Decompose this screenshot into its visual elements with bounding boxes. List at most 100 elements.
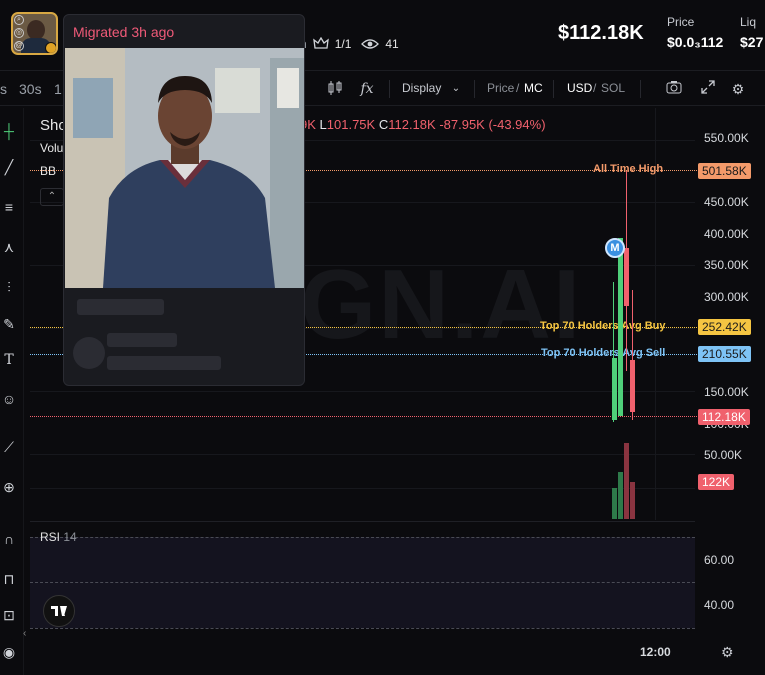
magnet-icon[interactable]: ∩ — [0, 530, 18, 548]
loading-skeleton — [77, 299, 164, 315]
trend-line-icon[interactable]: ╱ — [0, 158, 18, 176]
liquidity-label: Liq — [740, 15, 757, 29]
visibility-icon[interactable]: ◉ — [0, 643, 18, 661]
gridline — [30, 488, 695, 489]
rsi-upper-line — [30, 537, 695, 538]
rsi-lower-line — [30, 628, 695, 629]
token-stats: h 1/1 41 — [300, 37, 399, 51]
drawing-tools-rail: ┼ ╱ ≡ ⋏ ⫶ ✎ T ☺ ⟋ ⊕ ∩ ⊓ ⊡ ◉ — [0, 108, 24, 675]
gridline — [30, 454, 695, 455]
token-image — [65, 48, 304, 288]
chart-watermark: GN.AI — [300, 249, 583, 359]
current-price-line — [30, 416, 697, 417]
chart-settings-icon[interactable]: ⚙ — [721, 644, 734, 661]
token-preview-popup: Migrated 3h ago — [63, 14, 305, 386]
collapse-rail-icon[interactable]: ‹ — [23, 628, 26, 639]
ohlc-change: -87.95K (-43.94%) — [439, 117, 546, 132]
chevron-down-icon[interactable]: ⌄ — [447, 80, 465, 98]
avg-buy-label: Top 70 Holders Avg Buy — [540, 320, 666, 332]
projection-icon[interactable]: ⫶ — [0, 278, 18, 296]
avg-sell-label: Top 70 Holders Avg Sell — [541, 347, 666, 359]
toolbar-divider — [389, 80, 390, 98]
camera-icon[interactable] — [665, 80, 683, 98]
settings-gear-icon[interactable]: ⚙ — [729, 80, 747, 98]
crown-icon — [312, 37, 329, 49]
current-price-tag: 112.18K — [698, 409, 750, 425]
emoji-icon[interactable]: ☺ — [0, 390, 18, 408]
gridline — [30, 391, 695, 392]
rsi-period: 14 — [63, 530, 77, 544]
tradingview-logo[interactable] — [43, 595, 75, 627]
search-icon[interactable]: ⌕ — [14, 15, 24, 25]
y-tick: 450.00K — [704, 195, 749, 209]
text-tool-icon[interactable]: T — [0, 351, 18, 369]
loading-skeleton — [107, 356, 221, 370]
rsi-mid-line — [30, 582, 695, 583]
timeframe-30s[interactable]: 30s — [19, 81, 42, 97]
timeframe-s[interactable]: s — [0, 81, 7, 97]
volume-bar — [612, 488, 617, 519]
volume-indicator-label: Volu — [40, 141, 64, 155]
rsi-name: RSI — [40, 530, 61, 544]
toolbar-divider — [553, 80, 554, 98]
fib-icon[interactable]: ≡ — [0, 198, 18, 216]
volume-bar — [630, 482, 635, 519]
price-value: $0.0₃112 — [667, 34, 724, 50]
sol-toggle[interactable]: SOL — [601, 81, 625, 95]
collapse-indicators-button[interactable]: ⌃ — [40, 188, 64, 206]
rsi-label: RSI 14 — [40, 530, 77, 544]
mc-toggle[interactable]: MC — [524, 81, 543, 95]
rsi-tick: 40.00 — [704, 598, 735, 612]
toolbar-divider — [640, 80, 641, 98]
loading-skeleton — [107, 333, 177, 347]
price-toggle[interactable]: Price — [487, 81, 514, 95]
volume-value-tag: 122K — [698, 474, 735, 490]
time-axis-label: 12:00 — [640, 645, 671, 659]
y-tick: 550.00K — [704, 131, 749, 145]
holders-ratio: 1/1 — [334, 37, 352, 51]
toolbar-divider — [474, 80, 475, 98]
price-label: Price — [667, 15, 695, 29]
candle-body-up — [618, 238, 623, 416]
pump-badge-icon — [45, 42, 56, 53]
timeframe-1[interactable]: 1 — [54, 81, 62, 97]
avg-buy-price-tag: 252.42K — [698, 319, 751, 335]
usd-toggle[interactable]: USD — [567, 81, 592, 95]
ohlc-low-value: 101.75K — [326, 117, 376, 132]
crosshair-icon[interactable]: ┼ — [0, 122, 18, 140]
ohlc-low-label: L — [319, 117, 327, 132]
bb-indicator-label: BB — [40, 164, 57, 178]
fullscreen-icon[interactable] — [699, 80, 717, 98]
migration-marker[interactable]: M — [605, 238, 625, 258]
candle-type-icon[interactable] — [326, 80, 344, 98]
globe-icon[interactable]: ◎ — [14, 28, 24, 38]
y-tick: 150.00K — [704, 385, 749, 399]
ohlc-close-label: C — [378, 117, 389, 132]
liquidity-value: $27 — [740, 34, 764, 50]
ohlc-readout: 9K L101.75K C112.18K -87.95K (-43.94%) — [300, 117, 546, 132]
token-avatar[interactable]: ⌕ ◎ @ — [11, 12, 58, 55]
display-dropdown[interactable]: Display — [402, 81, 441, 95]
at-icon[interactable]: @ — [14, 41, 24, 51]
brush-icon[interactable]: ✎ — [0, 315, 18, 333]
loading-skeleton — [73, 337, 105, 369]
avg-sell-price-tag: 210.55K — [698, 346, 751, 362]
indicators-icon[interactable]: fx — [358, 80, 376, 98]
eye-icon — [361, 39, 380, 49]
y-tick: 300.00K — [704, 290, 749, 304]
ath-price-tag: 501.58K — [698, 163, 751, 179]
avatar-face — [27, 20, 45, 40]
migration-status: Migrated 3h ago — [73, 24, 175, 40]
candle-body-down — [630, 360, 635, 412]
zoom-icon[interactable]: ⊕ — [0, 478, 18, 496]
pattern-icon[interactable]: ⋏ — [0, 238, 18, 256]
lock-draw-icon[interactable]: ⊓ — [0, 570, 18, 588]
market-cap-value: $112.18K — [558, 22, 644, 44]
watchers-count: 41 — [385, 37, 399, 51]
y-tick: 400.00K — [704, 227, 749, 241]
lock-icon[interactable]: ⊡ — [0, 606, 18, 624]
ohlc-close-value: 112.18K — [388, 117, 436, 132]
toggle-slash: / — [593, 81, 597, 95]
ruler-icon[interactable]: ⟋ — [0, 438, 18, 456]
candle-body-up — [612, 358, 617, 420]
